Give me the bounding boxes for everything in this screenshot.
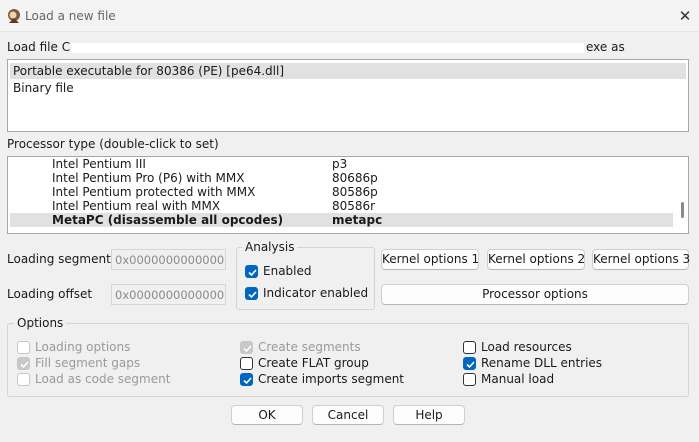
load-file-label: Load file C xyxy=(7,40,71,54)
analysis-enabled-label: Enabled xyxy=(263,264,312,278)
processor-list-scrollbar[interactable] xyxy=(681,202,684,218)
manual-load-checkbox[interactable] xyxy=(463,373,476,386)
processor-name: Intel Pentium protected with MMX xyxy=(52,185,256,199)
load-as-code-segment-checkbox[interactable] xyxy=(17,373,30,386)
loading-offset-label: Loading offset xyxy=(7,287,93,301)
create-flat-group-checkbox[interactable] xyxy=(240,357,253,370)
help-button[interactable]: Help xyxy=(393,405,465,425)
load-as-code-segment-label: Load as code segment xyxy=(35,372,171,386)
loading-segment-label: Loading segment xyxy=(7,252,111,266)
processor-row[interactable]: Intel Pentium protected with MMX 80586p xyxy=(10,185,673,199)
loading-offset-field[interactable]: 0x0000000000000000 xyxy=(111,284,226,305)
close-icon[interactable]: ✕ xyxy=(676,7,694,25)
create-imports-segment-checkbox[interactable] xyxy=(240,373,253,386)
cancel-button[interactable]: Cancel xyxy=(312,405,384,425)
file-type-list[interactable]: Portable executable for 80386 (PE) [pe64… xyxy=(7,59,689,132)
kernel-options-3-button[interactable]: Kernel options 3 xyxy=(592,249,690,270)
processor-row[interactable]: Intel Pentium Pro (P6) with MMX 80686p xyxy=(10,171,673,185)
processor-name: MetaPC (disassemble all opcodes) xyxy=(52,213,284,227)
indicator-enabled-label: Indicator enabled xyxy=(263,286,369,300)
processor-list[interactable]: Intel Pentium III p3 Intel Pentium Pro (… xyxy=(7,156,689,234)
rename-dll-entries-checkbox[interactable] xyxy=(463,357,476,370)
processor-name: Intel Pentium real with MMX xyxy=(52,199,221,213)
load-resources-checkbox[interactable] xyxy=(463,341,476,354)
processor-name: Intel Pentium Pro (P6) with MMX xyxy=(52,171,245,185)
create-imports-segment-label: Create imports segment xyxy=(258,372,405,386)
file-type-option[interactable]: Binary file xyxy=(10,80,686,96)
redacted-path xyxy=(72,43,584,53)
file-type-option[interactable]: Portable executable for 80386 (PE) [pe64… xyxy=(10,63,686,79)
options-group-title: Options xyxy=(14,316,67,330)
kernel-options-1-button[interactable]: Kernel options 1 xyxy=(381,249,479,270)
loading-options-label: Loading options xyxy=(35,340,131,354)
loading-options-checkbox[interactable] xyxy=(17,341,30,354)
analysis-group xyxy=(236,247,375,310)
processor-row[interactable]: Intel Pentium real with MMX 80586r xyxy=(10,199,673,213)
processor-code: 80586p xyxy=(332,185,378,199)
processor-code: p3 xyxy=(332,157,348,171)
window-title: Load a new file xyxy=(25,9,116,23)
kernel-options-2-button[interactable]: Kernel options 2 xyxy=(487,249,585,270)
fill-segment-gaps-label: Fill segment gaps xyxy=(35,356,141,370)
create-segments-label: Create segments xyxy=(258,340,361,354)
analysis-enabled-checkbox[interactable] xyxy=(245,265,258,278)
manual-load-label: Manual load xyxy=(481,372,555,386)
ok-button[interactable]: OK xyxy=(231,405,303,425)
fill-segment-gaps-checkbox[interactable] xyxy=(17,357,30,370)
load-resources-label: Load resources xyxy=(481,340,572,354)
title-bar: Load a new file ✕ xyxy=(0,0,699,32)
app-icon xyxy=(8,9,20,23)
processor-row[interactable]: Intel Pentium III p3 xyxy=(10,157,673,171)
processor-code: metapc xyxy=(332,213,383,227)
load-file-suffix: exe as xyxy=(586,40,625,54)
processor-code: 80586r xyxy=(332,199,376,213)
analysis-group-title: Analysis xyxy=(242,240,298,254)
create-segments-checkbox[interactable] xyxy=(240,341,253,354)
processor-name: Intel Pentium III xyxy=(52,157,146,171)
loading-segment-field[interactable]: 0x0000000000000000 xyxy=(111,249,226,270)
processor-options-button[interactable]: Processor options xyxy=(381,284,689,305)
processor-code: 80686p xyxy=(332,171,378,185)
create-flat-group-label: Create FLAT group xyxy=(258,356,369,370)
rename-dll-entries-label: Rename DLL entries xyxy=(481,356,603,370)
processor-type-label: Processor type (double-click to set) xyxy=(7,137,219,151)
processor-row-selected[interactable]: MetaPC (disassemble all opcodes) metapc xyxy=(10,213,673,227)
indicator-enabled-checkbox[interactable] xyxy=(245,287,258,300)
